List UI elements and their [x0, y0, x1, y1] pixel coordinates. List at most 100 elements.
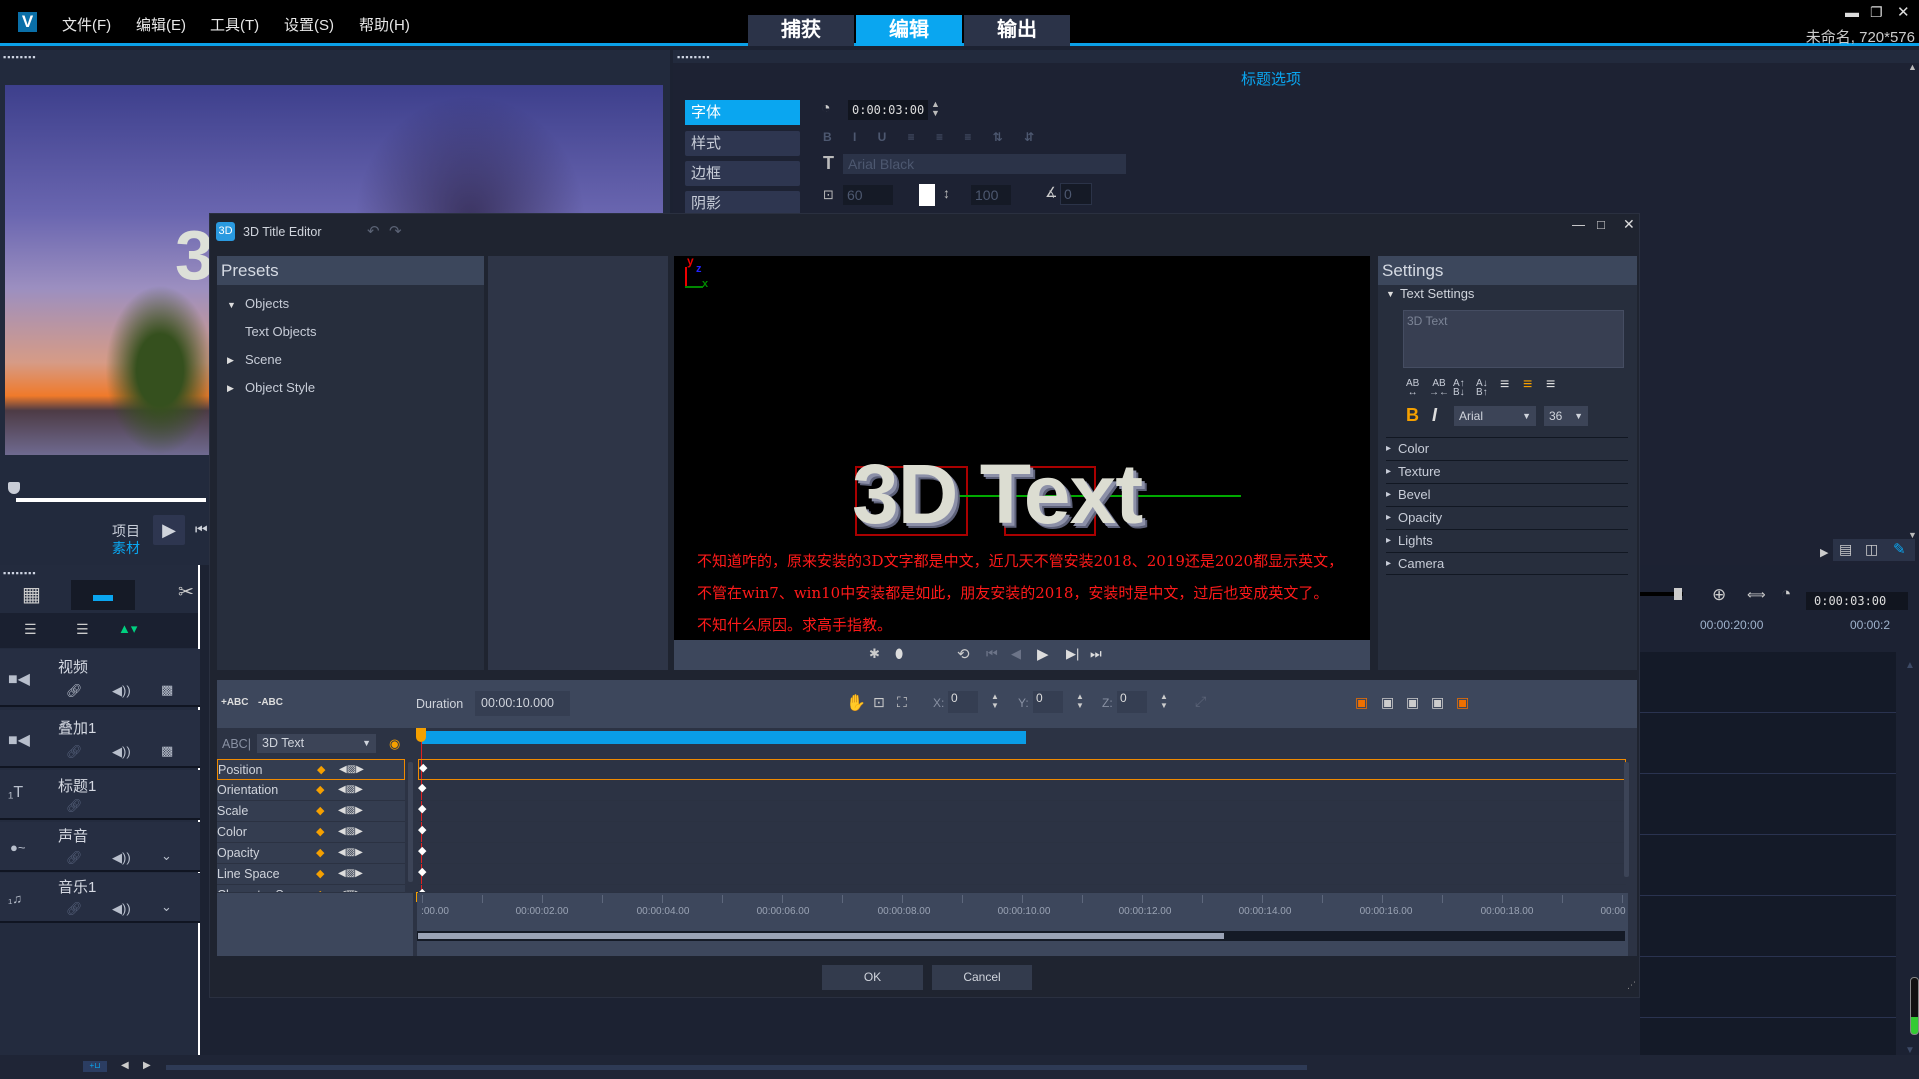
edit-icon[interactable]: ✎ — [1893, 540, 1906, 558]
increase-line-spacing-icon[interactable]: A↑ B↓ — [1453, 379, 1465, 398]
tree-item-text-objects[interactable]: Text Objects — [245, 324, 317, 339]
mask-icon[interactable]: ▩ — [161, 682, 173, 698]
expand-arrow-icon[interactable]: ▶ — [227, 383, 234, 394]
text-settings-label[interactable]: Text Settings — [1400, 286, 1474, 301]
visibility-eye-icon[interactable]: ◉ — [389, 736, 400, 752]
go-start-icon[interactable]: ⏮ — [986, 646, 998, 662]
go-end-icon[interactable]: ⏭ — [1090, 646, 1102, 662]
keyframe-marker[interactable]: ◆ — [419, 761, 427, 774]
play-button[interactable]: ▶ — [153, 515, 185, 545]
align-right-icon[interactable]: ≡ — [1546, 376, 1555, 394]
duration-bar[interactable] — [422, 731, 1026, 744]
add-keyframe-icon[interactable]: ◆ — [316, 801, 324, 821]
track-video[interactable]: ■◀ 视频 🔗︎ ◀)) ▩ — [0, 649, 200, 707]
tab-share[interactable]: 输出 — [964, 15, 1070, 46]
redo-icon[interactable]: ↷ — [389, 222, 402, 240]
keyframe-nav-icon[interactable]: ◀▨▶ — [338, 864, 363, 884]
timeline-scrollbar[interactable] — [166, 1065, 1307, 1070]
play-icon[interactable]: ▶ — [1037, 645, 1049, 663]
italic-button[interactable]: I — [1432, 405, 1437, 426]
tree-item-scene[interactable]: Scene — [245, 352, 282, 367]
keyframe-nav-icon[interactable]: ◀▨▶ — [338, 822, 363, 842]
link-icon[interactable]: 🔗︎ — [66, 850, 83, 866]
link-icon[interactable]: 🔗︎ — [66, 901, 83, 917]
font-size-input[interactable]: 60 — [843, 185, 893, 205]
section-lights[interactable]: Lights — [1386, 529, 1628, 552]
light-icon[interactable]: ✱ — [869, 646, 880, 662]
scrubber-handle[interactable] — [8, 482, 20, 494]
color-swatch[interactable] — [919, 184, 935, 206]
loop-icon[interactable]: ⟲ — [957, 645, 970, 663]
tree-item-objects[interactable]: Objects — [245, 296, 289, 311]
keyframe-marker[interactable]: ◆ — [418, 823, 426, 836]
keyframe-nav-icon[interactable]: ◀▨▶ — [338, 843, 363, 863]
add-text-button[interactable]: +ABC — [221, 697, 249, 708]
undo-icon[interactable]: ↶ — [367, 222, 380, 240]
property-row[interactable]: Scale ◆ ◀▨▶ — [217, 801, 405, 822]
zoom-in-icon[interactable]: ⊕ — [1712, 585, 1726, 605]
panel-grip[interactable]: ▪▪▪▪▪▪▪▪ — [677, 52, 711, 62]
line-spacing-input[interactable]: 100 — [971, 185, 1011, 205]
ok-button[interactable]: OK — [822, 965, 923, 990]
add-keyframe-icon[interactable]: ◆ — [316, 780, 324, 800]
label-scrollbar[interactable] — [408, 762, 413, 882]
align-center-icon[interactable]: ≡ — [1523, 376, 1532, 394]
link-icon[interactable]: 🔗︎ — [66, 798, 83, 814]
keyframe-marker[interactable]: ◆ — [418, 865, 426, 878]
split-view-icon[interactable]: ◫ — [1865, 541, 1878, 558]
property-row[interactable]: Opacity ◆ ◀▨▶ — [217, 843, 405, 864]
collapse-arrow-icon[interactable]: ▼ — [1386, 289, 1395, 299]
panel-grip[interactable]: ▪▪▪▪▪▪▪▪ — [3, 568, 37, 578]
section-texture[interactable]: Texture — [1386, 460, 1628, 483]
move-tool-icon[interactable]: ⊡ — [873, 694, 885, 711]
size-dropdown[interactable]: 36 ▼ — [1544, 406, 1588, 426]
volume-icon[interactable]: ◀)) — [112, 901, 131, 917]
zoom-slider-handle[interactable] — [1674, 588, 1682, 600]
section-bevel[interactable]: Bevel — [1386, 483, 1628, 506]
property-scrollbar[interactable] — [1624, 762, 1629, 877]
scrubber-track[interactable] — [16, 498, 206, 502]
view-side-icon[interactable]: ▣ — [1406, 694, 1419, 711]
clip-mode-label[interactable]: 素材 — [112, 538, 140, 558]
dialog-close-icon[interactable]: ✕ — [1623, 216, 1635, 233]
track-music[interactable]: ₁♫ 音乐1 🔗︎ ◀)) ⌄ — [0, 873, 200, 923]
tab-font[interactable]: 字体 — [685, 100, 800, 125]
x-input[interactable]: 0 — [948, 691, 978, 713]
property-lane[interactable]: ◆ — [418, 822, 1626, 843]
3d-viewport[interactable]: y z x 3D Text 不知道咋的，原来安装的3D文字都是中文，近几天不管安… — [674, 254, 1370, 640]
duration-stepper[interactable]: ▲ ▼ — [931, 100, 940, 118]
section-opacity[interactable]: Opacity — [1386, 506, 1628, 529]
keyframe-marker[interactable]: ◆ — [418, 802, 426, 815]
link-icon[interactable]: 🔗︎ — [66, 683, 83, 699]
y-input[interactable]: 0 — [1033, 691, 1063, 713]
volume-icon[interactable]: ◀)) — [112, 744, 131, 760]
expand-spacing-icon[interactable]: AB ↔ — [1406, 379, 1419, 398]
property-row[interactable]: Position ◆ ◀▨▶ — [217, 759, 405, 780]
keyframe-marker[interactable]: ◆ — [418, 886, 426, 892]
condense-spacing-icon[interactable]: AB →← — [1429, 379, 1449, 398]
expand-arrow-icon[interactable]: ▶ — [227, 355, 234, 366]
resize-grip-icon[interactable]: ⋰ — [1627, 980, 1636, 991]
menu-tools[interactable]: 工具(T) — [210, 14, 259, 35]
scroll-left-icon[interactable]: ◀ — [121, 1060, 129, 1071]
view-bottom-icon[interactable]: ▣ — [1431, 694, 1444, 711]
tab-capture[interactable]: 捕获 — [748, 15, 854, 46]
add-keyframe-icon[interactable]: ◆ — [317, 760, 325, 779]
property-row[interactable]: Line Space ◆ ◀▨▶ — [217, 864, 405, 885]
property-lane[interactable]: ◆ — [418, 801, 1626, 822]
3d-text-object[interactable]: 3D Text — [852, 446, 1143, 543]
tools-icon[interactable]: ✂ — [178, 581, 194, 604]
playhead-handle[interactable] — [416, 728, 426, 742]
track-title[interactable]: ₁T 标题1 🔗︎ — [0, 770, 200, 820]
prev-frame-icon[interactable]: ◀ — [1011, 646, 1021, 662]
reset-icon[interactable]: ⤢ — [1195, 693, 1206, 710]
track-voice[interactable]: ●~ 声音 🔗︎ ◀)) ⌄ — [0, 822, 200, 872]
panel-grip[interactable]: ▪▪▪▪▪▪▪▪ — [3, 52, 37, 62]
align-left-icon[interactable]: ≡ — [1500, 376, 1509, 394]
go-start-icon[interactable]: ⏮ — [195, 521, 208, 538]
cancel-button[interactable]: Cancel — [932, 965, 1032, 990]
section-color[interactable]: Color — [1386, 437, 1628, 460]
menu-file[interactable]: 文件(F) — [62, 14, 111, 35]
decrease-line-spacing-icon[interactable]: A↓ B↑ — [1476, 379, 1488, 398]
scroll-up-icon[interactable]: ▲ — [1908, 62, 1917, 72]
